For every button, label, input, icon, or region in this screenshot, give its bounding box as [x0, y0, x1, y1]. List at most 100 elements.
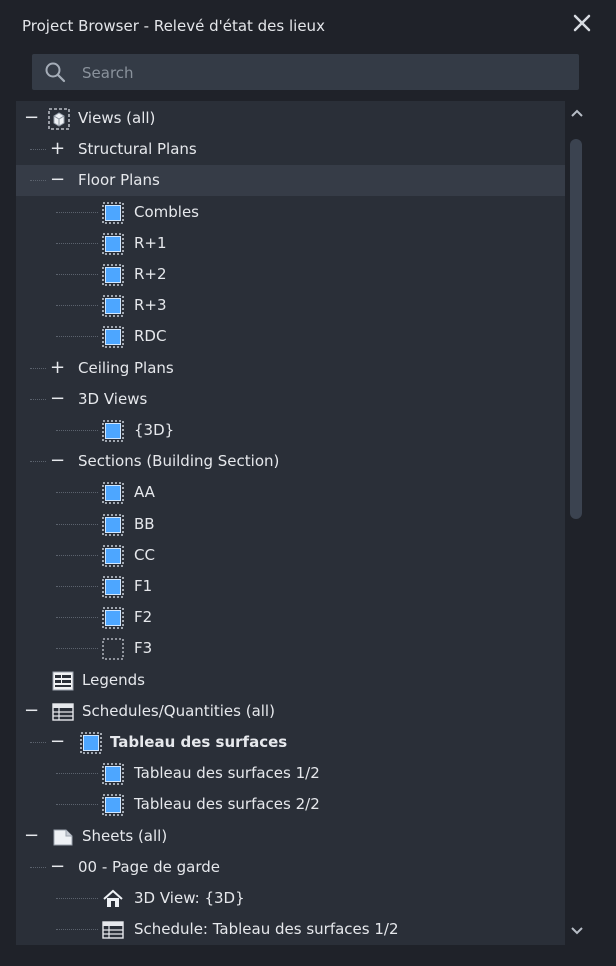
view-icon [102, 607, 124, 629]
tree-item[interactable]: F3 [16, 633, 565, 664]
expand-icon[interactable]: + [50, 140, 65, 158]
collapse-icon[interactable]: − [24, 701, 39, 719]
tree-item[interactable]: R+1 [16, 228, 565, 259]
tree-item-label: Schedule: Tableau des surfaces 1/2 [134, 920, 399, 939]
tree-item-label: 3D Views [78, 389, 148, 408]
tree-item[interactable]: + Structural Plans [16, 134, 565, 165]
tree-connector [30, 398, 46, 400]
tree-item[interactable]: F2 [16, 602, 565, 633]
vertical-scrollbar[interactable] [565, 101, 589, 945]
tree-item[interactable]: {3D} [16, 415, 565, 446]
view-icon [80, 732, 102, 754]
tree-item[interactable]: − Floor Plans [16, 165, 565, 197]
tree-item-label: 00 - Page de garde [78, 857, 221, 876]
legend-icon [52, 671, 74, 691]
tree-item-label: RDC [134, 327, 167, 346]
tree-connector [56, 648, 98, 650]
tree-item[interactable]: R+2 [16, 259, 565, 290]
tree-connector [30, 180, 46, 182]
tree-item-label: Tableau des surfaces 2/2 [134, 795, 320, 814]
collapse-icon[interactable]: − [24, 826, 39, 844]
view-icon [102, 794, 124, 817]
collapse-icon[interactable]: − [50, 171, 65, 189]
collapse-icon[interactable]: − [50, 733, 65, 751]
tree-item[interactable]: −3D Views [16, 384, 565, 415]
tree-item-label: R+3 [134, 296, 167, 315]
tree-connector [30, 461, 46, 463]
tree-item[interactable]: BB [16, 509, 565, 540]
tree-item-label: Tableau des surfaces 1/2 [134, 764, 320, 783]
search-input[interactable] [80, 57, 564, 89]
tree-item[interactable]: RDC [16, 321, 565, 352]
collapse-icon[interactable]: − [50, 857, 65, 875]
tree-item-label: Schedules/Quantities (all) [82, 701, 275, 720]
view-icon [102, 420, 124, 442]
view-icon [102, 576, 124, 598]
tree-item[interactable]: − Sheets (all) [16, 821, 565, 852]
tree-connector [56, 617, 98, 619]
tree-item-label: F2 [134, 608, 153, 627]
collapse-icon[interactable]: − [50, 389, 65, 407]
tree-item-label: Structural Plans [78, 140, 197, 159]
tree-item[interactable]: − Sections (Building Section) [16, 446, 565, 477]
tree-item[interactable]: − Schedules/Quantities (all) [16, 696, 565, 727]
title-bar: Project Browser - Relevé d'état des lieu… [0, 0, 616, 40]
tree-item[interactable]: −00 - Page de garde [16, 852, 565, 883]
tree-item-label: Tableau des surfaces [110, 733, 288, 751]
tree-connector [30, 149, 46, 151]
tree-item[interactable]: 3D View: {3D} [16, 883, 565, 914]
tree-item-label: 3D View: {3D} [134, 889, 245, 907]
schedule-icon [102, 921, 124, 939]
project-tree: − Views (all) + Structural Plans − Floor Plan… [16, 101, 565, 945]
tree-item[interactable]: Combles [16, 197, 565, 228]
tree-item-label: R+1 [134, 233, 167, 252]
scrollbar-thumb[interactable] [570, 139, 582, 519]
tree-item[interactable]: R+3 [16, 290, 565, 321]
tree-item-label: Legends [82, 670, 145, 689]
tree-item-label: Ceiling Plans [78, 358, 174, 377]
tree-item[interactable]: − Tableau des surfaces [16, 727, 565, 758]
tree-item[interactable]: + Ceiling Plans [16, 353, 565, 384]
view-icon [102, 295, 124, 317]
tree-item[interactable]: Tableau des surfaces 2/2 [16, 789, 565, 820]
tree-connector [56, 929, 98, 931]
expand-icon[interactable]: + [50, 358, 65, 376]
close-icon[interactable] [570, 11, 594, 35]
tree-item[interactable]: CC [16, 540, 565, 571]
tree-item[interactable]: Schedule: Tableau des surfaces 1/2 [16, 914, 565, 945]
collapse-icon[interactable]: − [24, 109, 39, 127]
tree-connector [56, 804, 98, 806]
tree-item-label: BB [134, 514, 155, 533]
project-browser-panel: Project Browser - Relevé d'état des lieu… [0, 0, 616, 966]
view-icon [102, 763, 124, 785]
tree-connector [56, 305, 98, 307]
collapse-icon[interactable]: − [50, 452, 65, 470]
tree-connector [56, 523, 98, 525]
tree-item[interactable]: Tableau des surfaces 1/2 [16, 758, 565, 789]
tree-item[interactable]: F1 [16, 571, 565, 602]
tree-connector [56, 586, 98, 587]
tree-item[interactable]: Legends [16, 665, 565, 696]
tree-item[interactable]: − Views (all) [16, 103, 565, 134]
tree-connector [30, 367, 46, 369]
tree-item-label: Sections (Building Section) [78, 452, 280, 471]
tree-item-label: AA [134, 483, 155, 502]
sheet-icon [53, 829, 73, 846]
scroll-down-icon[interactable] [568, 921, 586, 939]
scroll-up-icon[interactable] [568, 105, 586, 123]
tree-connector [56, 211, 98, 213]
search-box[interactable] [32, 54, 579, 90]
tree-item[interactable]: AA [16, 477, 565, 508]
view-icon [102, 482, 124, 505]
browser-views-icon [48, 108, 70, 130]
search-icon [45, 62, 66, 83]
view-empty-icon [102, 638, 124, 661]
tree-item-label: Floor Plans [78, 171, 160, 190]
tree-connector [56, 242, 98, 244]
tree-connector [30, 742, 46, 743]
view-icon [102, 233, 124, 255]
view-icon [102, 264, 124, 286]
tree-item-label: R+2 [134, 265, 167, 283]
view-icon [102, 326, 124, 349]
tree-item-label: CC [134, 545, 155, 564]
